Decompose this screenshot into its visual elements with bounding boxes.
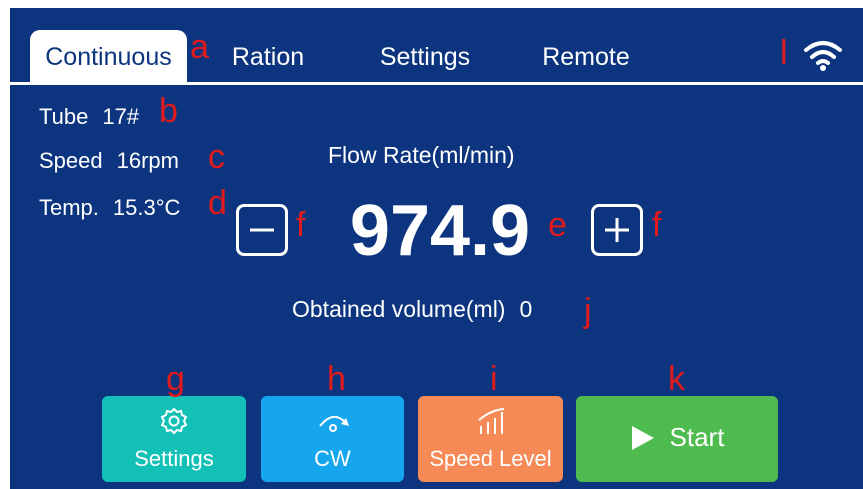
tab-bar: Continuous Ration Settings Remote [10, 8, 863, 85]
annotation-marker-b: b [159, 92, 178, 130]
speed-info: Speed 16rpm [39, 148, 179, 174]
annotation-marker-c: c [208, 138, 225, 176]
increase-button[interactable] [591, 204, 643, 256]
speed-value: 16rpm [116, 148, 179, 173]
play-icon [631, 425, 654, 450]
tab-continuous[interactable]: Continuous [30, 30, 187, 84]
flow-rate-title: Flow Rate(ml/min) [328, 142, 515, 168]
pump-screen: Continuous Ration Settings Remote Tube 17… [10, 8, 863, 489]
speed-level-button-label: Speed Level [429, 446, 552, 471]
start-button[interactable]: Start [576, 396, 778, 482]
obtained-volume-value: 0 [519, 296, 533, 322]
plus-icon [605, 218, 629, 242]
annotation-marker-l: l [780, 34, 788, 72]
tab-remote[interactable]: Remote [526, 30, 646, 84]
tube-value: 17# [102, 104, 140, 129]
settings-button-label: Settings [134, 446, 214, 471]
speed-label: Speed [39, 148, 103, 173]
tube-info: Tube 17# [39, 104, 139, 130]
annotation-marker-a: a [190, 28, 209, 66]
annotation-marker-g: g [166, 360, 185, 398]
speed-level-icon [473, 406, 509, 441]
cw-button[interactable]: CW [261, 396, 404, 482]
annotation-marker-d: d [208, 184, 227, 222]
annotation-marker-h: h [327, 360, 346, 398]
annotation-marker-j: j [584, 292, 592, 330]
annotation-marker-f-left: f [296, 206, 306, 244]
start-button-label: Start [669, 422, 725, 452]
obtained-volume: Obtained volume(ml) 0 [292, 296, 532, 323]
tab-settings[interactable]: Settings [366, 30, 484, 84]
rotate-cw-icon [315, 406, 351, 441]
cw-button-label: CW [314, 446, 351, 471]
annotation-marker-k: k [668, 360, 685, 398]
minus-icon [250, 228, 274, 232]
tab-ration[interactable]: Ration [210, 30, 326, 84]
tube-label: Tube [39, 104, 89, 129]
annotation-marker-e: e [548, 206, 567, 244]
flow-rate-value[interactable]: 974.9 [330, 191, 550, 271]
tab-divider [10, 82, 863, 85]
gear-icon [159, 406, 189, 441]
temp-label: Temp. [39, 195, 99, 220]
obtained-volume-label: Obtained volume(ml) [292, 296, 506, 322]
temp-info: Temp. 15.3°C [39, 195, 180, 221]
decrease-button[interactable] [236, 204, 288, 256]
wifi-icon [803, 38, 843, 72]
annotation-marker-f-right: f [652, 206, 662, 244]
settings-button[interactable]: Settings [102, 396, 246, 482]
speed-level-button[interactable]: Speed Level [418, 396, 563, 482]
temp-value: 15.3°C [112, 195, 181, 220]
annotation-marker-i: i [490, 360, 498, 398]
